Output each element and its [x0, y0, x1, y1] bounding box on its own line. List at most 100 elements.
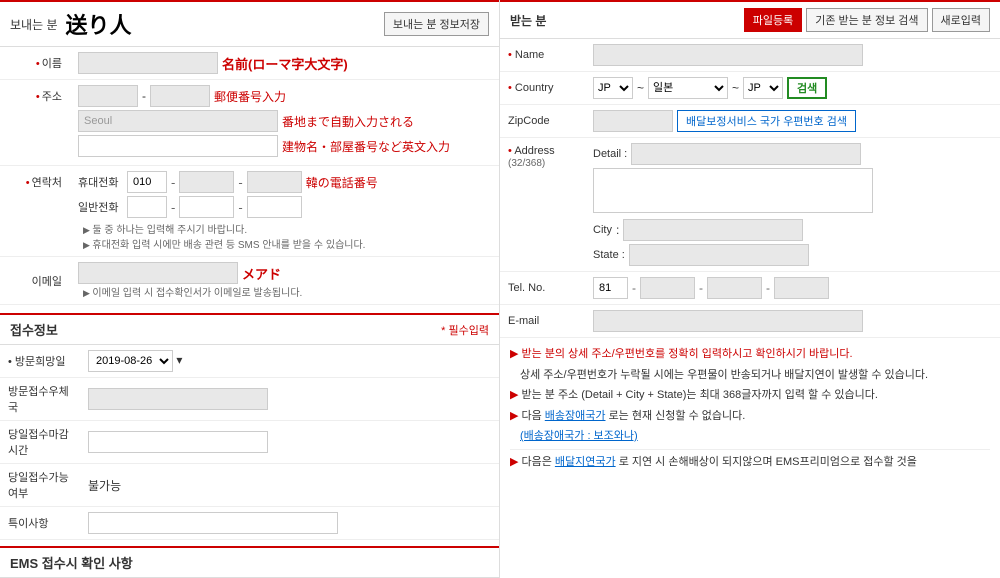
- receiver-zipcode-row: ZipCode 배달보정서비스 국가 우편번호 검색: [500, 105, 1000, 138]
- note4-text: 다음 배송장애국가 로는 현재 신청할 수 없습니다.: [521, 408, 745, 425]
- receiver-title: 받는 분: [510, 12, 546, 29]
- same-day-avail-label: 당일접수가능여부: [0, 464, 80, 507]
- visit-date-select[interactable]: 2019-08-26: [88, 350, 173, 372]
- special-input[interactable]: [88, 512, 338, 534]
- name-input-cell: 名前(ローマ字大文字): [70, 47, 499, 80]
- zipcode-search-button[interactable]: 배달보정서비스 국가 우편번호 검색: [677, 110, 856, 132]
- receiver-email-row: E-mail: [500, 305, 1000, 338]
- sender-title-large: 送り人: [66, 8, 132, 40]
- receiver-zipcode-input-cell: 배달보정서비스 국가 우편번호 검색: [585, 105, 1000, 138]
- note1-item: ▶ 받는 분의 상세 주소/우편번호를 정확히 입력하시고 확인하시기 바랍니다…: [510, 346, 990, 363]
- same-day-avail-row: 당일접수가능여부 불가능: [0, 464, 499, 507]
- city-input[interactable]: [623, 219, 803, 241]
- same-day-time-label: 당일접수마감시간: [0, 421, 80, 464]
- ems-title: EMS 접수시 확인 사항: [10, 556, 133, 571]
- email-label: 이메일: [0, 257, 70, 305]
- visit-date-label: • 방문희망일: [0, 345, 80, 378]
- same-day-avail-text: 불가능: [88, 479, 121, 493]
- tel-country-input[interactable]: [593, 277, 628, 299]
- visit-office-input-cell: [80, 378, 499, 421]
- address-textarea[interactable]: [593, 168, 873, 213]
- postal-input-2[interactable]: [150, 85, 210, 107]
- mobile-label: 휴대전화: [78, 174, 123, 190]
- land-sep2: -: [238, 200, 242, 215]
- same-day-avail-value: 불가능: [80, 464, 499, 507]
- shipment-restriction-link[interactable]: 배송장애국가: [545, 410, 606, 422]
- note4-item: ▶ 다음 배송장애국가 로는 현재 신청할 수 없습니다.: [510, 408, 990, 425]
- mobile-sep2: -: [238, 175, 242, 190]
- receiver-section-header: 받는 분 파일등록 기존 받는 분 정보 검색 새로입력: [500, 0, 1000, 39]
- reception-form: • 방문희망일 2019-08-26 ▾ 방문접수우체국 당일접수마감: [0, 345, 499, 540]
- address-line1-input[interactable]: [78, 110, 278, 132]
- landline-input-2[interactable]: [179, 196, 234, 218]
- country-name-select[interactable]: 일본: [648, 77, 728, 99]
- contact-input-cell: 휴대전화 - - 韓の電話番号 일반전화 - -: [70, 166, 499, 257]
- contact-note1: 둘 중 하나는 입력해 주시기 바랍니다.: [78, 221, 491, 236]
- note2-text: 상세 주소/우편번호가 누락될 시에는 우편물이 반송되거나 배달지연이 발생할…: [510, 367, 928, 384]
- detail-input[interactable]: [631, 143, 861, 165]
- reception-section: 접수정보 * 필수입력 • 방문희망일 2019-08-26 ▾ 방문접수우체국: [0, 313, 499, 540]
- address-label: •주소: [0, 80, 70, 166]
- receiver-tel-row: Tel. No. - - -: [500, 272, 1000, 305]
- delay-country-link[interactable]: 배달지연국가: [555, 456, 616, 468]
- reception-title: 접수정보: [10, 320, 58, 339]
- receiver-form: • Name • Country JP ~: [500, 39, 1000, 338]
- same-day-time-input-cell: [80, 421, 499, 464]
- receiver-name-input[interactable]: [593, 44, 863, 66]
- mobile-input-3[interactable]: [247, 171, 302, 193]
- same-day-time-input[interactable]: [88, 431, 268, 453]
- contact-row: •연락처 휴대전화 - - 韓の電話番号 일반전화: [0, 166, 499, 257]
- visit-office-input[interactable]: [88, 388, 268, 410]
- receiver-email-input-cell: [585, 305, 1000, 338]
- country-code-select2[interactable]: JP: [743, 77, 783, 99]
- next-note-item: ▶ 다음은 배달지연국가 로 지연 시 손해배상이 되지않으며 EMS프리미엄으…: [510, 449, 990, 471]
- visit-office-label: 방문접수우체국: [0, 378, 80, 421]
- file-register-button[interactable]: 파일등록: [744, 8, 802, 32]
- note1-arrow: ▶: [510, 346, 518, 363]
- visit-office-row: 방문접수우체국: [0, 378, 499, 421]
- postal-input-1[interactable]: [78, 85, 138, 107]
- tel-input-3[interactable]: [707, 277, 762, 299]
- state-input[interactable]: [629, 244, 809, 266]
- zipcode-input[interactable]: [593, 110, 673, 132]
- note3-item: ▶ 받는 분 주소 (Detail + City + State)는 최대 36…: [510, 387, 990, 404]
- tel-input-4[interactable]: [774, 277, 829, 299]
- date-dropdown-icon: ▾: [176, 353, 182, 367]
- note3-arrow: ▶: [510, 387, 518, 404]
- sender-form: •이름 名前(ローマ字大文字) •주소 -: [0, 47, 499, 305]
- note4-arrow: ▶: [510, 408, 518, 425]
- receiver-address-row: • Address (32/368) Detail : City :: [500, 138, 1000, 272]
- special-label: 특이사항: [0, 507, 80, 540]
- address-line2-input[interactable]: [78, 135, 278, 157]
- receiver-email-input[interactable]: [593, 310, 863, 332]
- email-row: 이메일 メアド 이메일 입력 시 접수확인서가 이메일로 발송됩니다.: [0, 257, 499, 305]
- tel-input-2[interactable]: [640, 277, 695, 299]
- restriction-detail-link[interactable]: (배송장애국가 : 보조와나): [510, 428, 638, 445]
- new-entry-button[interactable]: 새로입력: [932, 8, 990, 32]
- address-input-cell: - 郵便番号入力 番地まで自動入力される 建物名・部屋番号など英文入力: [70, 80, 499, 166]
- sender-email-input[interactable]: [78, 262, 238, 284]
- sender-name-input[interactable]: [78, 52, 218, 74]
- mobile-input-2[interactable]: [179, 171, 234, 193]
- receiver-header-buttons: 파일등록 기존 받는 분 정보 검색 새로입력: [744, 8, 990, 32]
- country-code-select[interactable]: JP: [593, 77, 633, 99]
- mobile-prefix-input[interactable]: [127, 171, 167, 193]
- sender-section-header: 보내는 분 送り人 보내는 분 정보저장: [0, 0, 499, 47]
- visit-date-row: • 방문희망일 2019-08-26 ▾: [0, 345, 499, 378]
- country-search-button[interactable]: 검색: [787, 77, 827, 99]
- save-sender-button[interactable]: 보내는 분 정보저장: [384, 12, 489, 36]
- receiver-email-label: E-mail: [500, 305, 585, 338]
- landline-input-1[interactable]: [127, 196, 167, 218]
- ems-section: EMS 접수시 확인 사항: [0, 546, 499, 578]
- ems-header: EMS 접수시 확인 사항: [0, 548, 499, 578]
- search-receiver-button[interactable]: 기존 받는 분 정보 검색: [806, 8, 927, 32]
- landline-label: 일반전화: [78, 199, 123, 215]
- tel-sep3: -: [766, 281, 770, 295]
- receiver-country-row: • Country JP ~ 일본 ~ JP: [500, 72, 1000, 105]
- same-day-time-row: 당일접수마감시간: [0, 421, 499, 464]
- landline-input-3[interactable]: [247, 196, 302, 218]
- special-input-cell: [80, 507, 499, 540]
- special-row: 특이사항: [0, 507, 499, 540]
- state-label-inline: State :: [593, 249, 625, 261]
- postal-separator: -: [142, 89, 146, 103]
